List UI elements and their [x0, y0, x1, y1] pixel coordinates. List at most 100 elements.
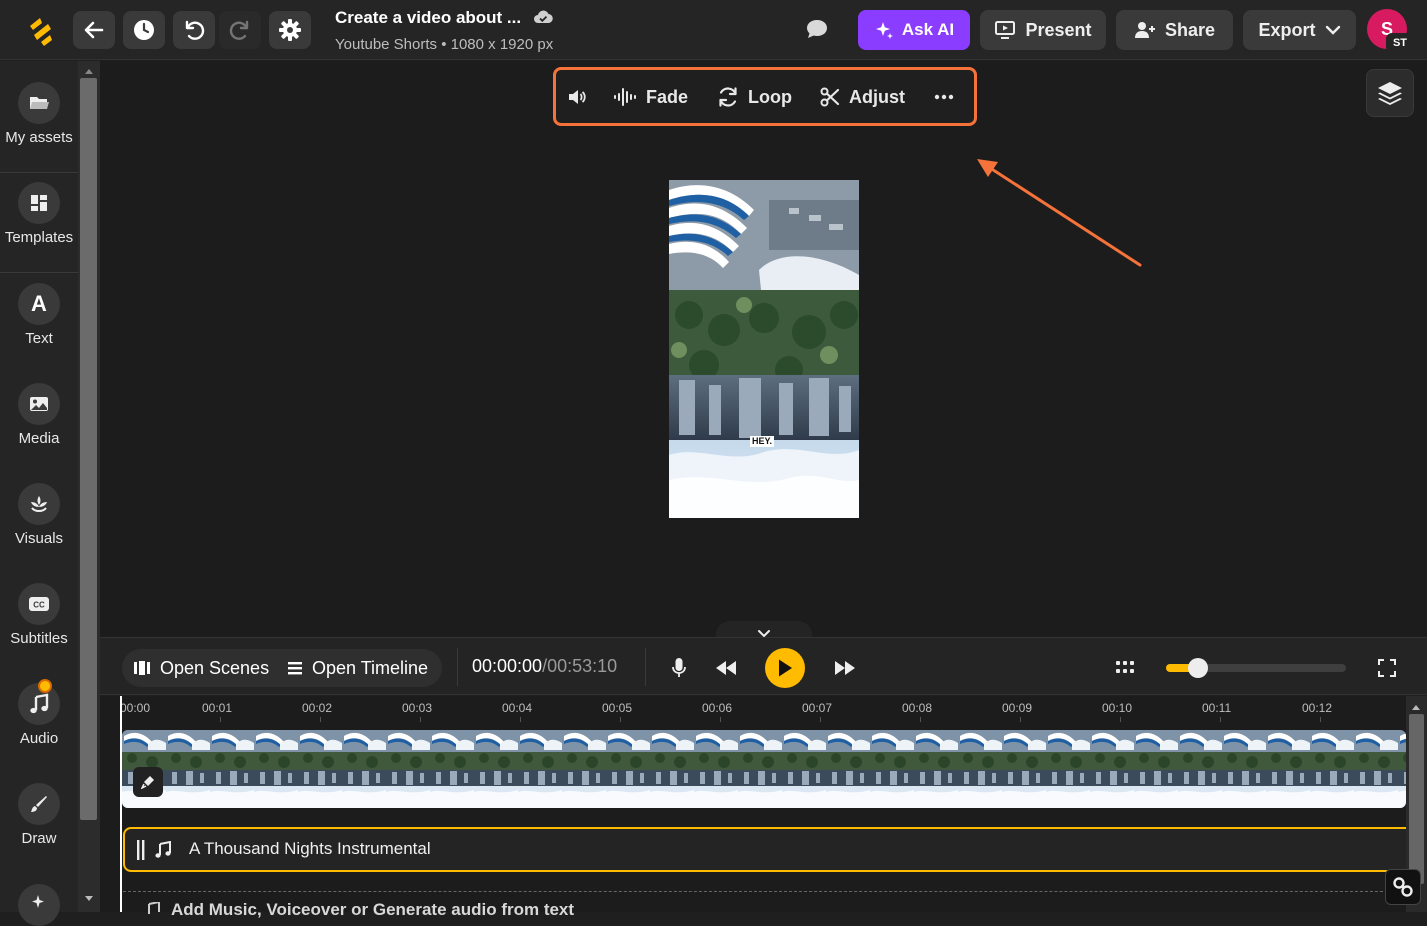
fade-button[interactable]: Fade [613, 85, 688, 109]
volume-button[interactable] [567, 85, 587, 109]
redo-button[interactable] [219, 11, 261, 49]
ruler-time-label: 00:06 [702, 701, 733, 715]
grid-icon[interactable] [1116, 661, 1134, 674]
rewind-icon[interactable] [714, 659, 738, 677]
open-scenes-button[interactable]: Open Scenes [133, 656, 269, 680]
divider [645, 648, 646, 686]
text-icon: A [18, 283, 60, 325]
fast-forward-icon[interactable] [833, 659, 857, 677]
ruler-tick [1120, 717, 1121, 722]
current-time: 00:00:00 [472, 656, 543, 676]
present-icon [995, 21, 1016, 39]
fullscreen-icon[interactable] [1378, 659, 1396, 677]
fade-label: Fade [646, 86, 689, 107]
ruler-time-label: 00:09 [1002, 701, 1033, 715]
ruler-tick [1320, 717, 1321, 722]
chevron-down-icon [1325, 25, 1340, 35]
loop-label: Loop [748, 86, 792, 107]
video-track-clip[interactable] [122, 730, 1406, 808]
ruler-tick [520, 717, 521, 722]
layers-button[interactable] [1366, 69, 1414, 117]
timeline-icon [288, 662, 302, 675]
sidebar-item-templates[interactable]: Templates [0, 161, 78, 261]
sidebar-scrollbar-thumb[interactable] [80, 78, 97, 820]
undo-button[interactable] [173, 11, 215, 49]
ruler-time-label: 00:11 [1202, 701, 1232, 715]
audio-notification-dot [38, 679, 52, 693]
back-button[interactable] [73, 11, 115, 49]
zoom-slider-handle[interactable] [1188, 658, 1208, 678]
ruler-tick [920, 717, 921, 722]
playhead[interactable] [120, 696, 122, 912]
sidebar-label: Subtitles [10, 630, 68, 647]
share-button[interactable]: Share [1116, 10, 1233, 50]
sidebar-label: Audio [19, 730, 59, 747]
sidebar-label: My assets [5, 129, 73, 146]
waveform-icon [614, 88, 636, 106]
ruler-tick [220, 717, 221, 722]
open-timeline-button[interactable]: Open Timeline [287, 656, 428, 680]
sidebar-label: Text [25, 330, 53, 347]
sidebar-more-circle[interactable] [18, 884, 60, 926]
settings-button[interactable] [269, 11, 311, 49]
ruler-time-label: 00:08 [902, 701, 933, 715]
audio-track-title: A Thousand Nights Instrumental [189, 839, 431, 858]
sparkle-icon [32, 895, 44, 908]
microphone-icon [141, 776, 154, 789]
play-button[interactable] [765, 648, 805, 688]
link-button[interactable] [1385, 869, 1421, 905]
image-icon [18, 383, 60, 425]
adjust-button[interactable]: Adjust [820, 85, 905, 109]
video-caption: HEY. [750, 436, 775, 447]
ruler-time-label: 00:10 [1102, 701, 1133, 715]
arrow-left-icon [84, 21, 104, 39]
music-note-icon [155, 841, 171, 858]
more-options-button[interactable] [934, 85, 954, 109]
open-timeline-label: Open Timeline [312, 657, 429, 678]
ruler-time-label: 00:03 [402, 701, 433, 715]
scroll-down-arrow-icon[interactable] [84, 895, 94, 903]
sidebar-label: Templates [4, 229, 74, 246]
voiceover-badge[interactable] [133, 767, 163, 797]
cloud-saved-icon [534, 10, 553, 24]
app-logo-icon[interactable] [24, 14, 58, 48]
ruler-time-label: 00:02 [302, 701, 333, 715]
drag-handle-icon[interactable] [137, 840, 145, 860]
ruler-tick [620, 717, 621, 722]
open-scenes-label: Open Scenes [160, 657, 270, 678]
scroll-up-arrow-icon[interactable] [1411, 703, 1421, 711]
ruler-time-label: 00:12 [1302, 701, 1333, 715]
ruler-time-label: 00:01 [202, 701, 233, 715]
export-label: Export [1258, 19, 1316, 40]
history-button[interactable] [123, 11, 165, 49]
export-button[interactable]: Export [1243, 10, 1356, 50]
link-icon [1393, 877, 1413, 897]
sidebar-label: Visuals [14, 530, 64, 547]
scroll-up-arrow-icon[interactable] [84, 67, 94, 75]
sidebar-item-subtitles[interactable]: CC Subtitles [0, 562, 78, 662]
timeline-scrollbar-thumb[interactable] [1409, 714, 1424, 884]
loop-button[interactable]: Loop [717, 85, 792, 109]
sidebar-item-media[interactable]: Media [0, 362, 78, 462]
sparkle-icon [875, 22, 893, 39]
comment-icon[interactable] [804, 17, 830, 41]
scenes-icon [134, 661, 150, 675]
redo-icon [229, 20, 249, 40]
present-button[interactable]: Present [980, 10, 1106, 50]
microphone-icon[interactable] [671, 657, 687, 679]
sidebar-item-visuals[interactable]: Visuals [0, 462, 78, 562]
add-user-icon [1134, 22, 1155, 38]
sidebar-item-my-assets[interactable]: My assets [0, 61, 78, 161]
ruler-time-label: 00:04 [502, 701, 533, 715]
video-preview[interactable] [669, 180, 859, 518]
document-title[interactable]: Create a video about ... [335, 8, 521, 28]
sidebar-item-text[interactable]: A Text [0, 262, 78, 362]
add-audio-label: Add Music, Voiceover or Generate audio f… [171, 900, 575, 919]
sidebar-item-draw[interactable]: Draw [0, 762, 78, 862]
ask-ai-button[interactable]: Ask AI [858, 10, 970, 50]
ask-ai-label: Ask AI [901, 20, 955, 39]
gear-icon [279, 19, 301, 41]
time-display: 00:00:00/00:53:10 [472, 656, 617, 677]
annotation-arrow [977, 159, 1142, 267]
sidebar-item-audio[interactable]: Audio [0, 662, 78, 762]
